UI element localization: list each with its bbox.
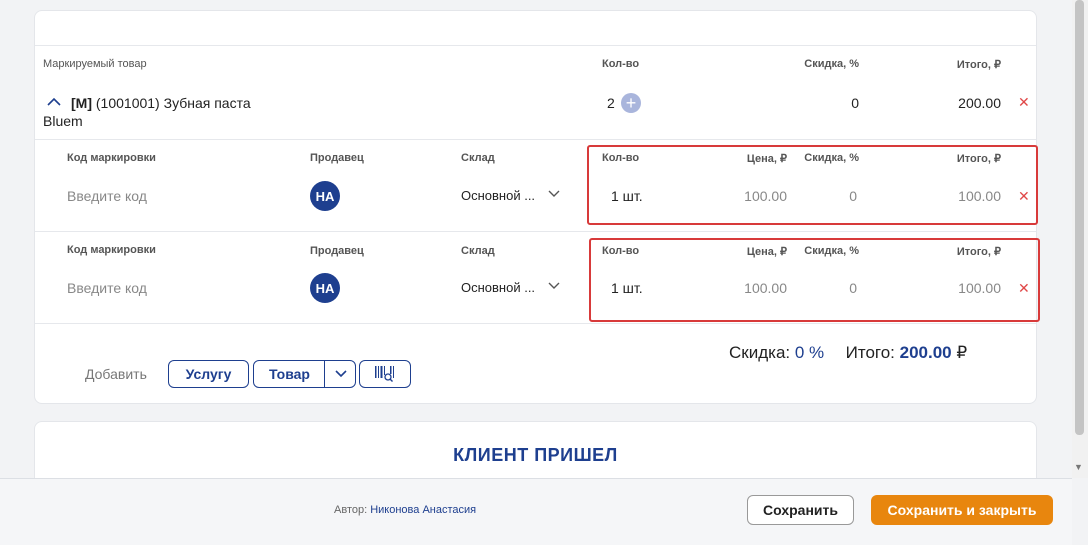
summary: Скидка: 0 % Итого: 200.00 ₽ — [729, 343, 967, 363]
delete-icon[interactable]: ✕ — [1018, 94, 1030, 111]
chevron-down-icon[interactable] — [547, 279, 561, 293]
header-qty: Кол-во — [602, 58, 640, 70]
header-seller: Продавец — [310, 245, 364, 257]
product-code-prefix: [M] — [71, 95, 92, 111]
price-value: 100.00 — [744, 188, 787, 204]
header-qty: Кол-во — [602, 245, 640, 257]
seller-avatar[interactable]: НА — [310, 273, 340, 303]
header-discount: Скидка, % — [804, 58, 859, 70]
marking-code-input[interactable]: Введите код — [67, 280, 147, 296]
header-total: Итого, ₽ — [956, 153, 1001, 165]
header-total: Итого, ₽ — [956, 246, 1001, 258]
main-total: 200.00 — [958, 95, 1001, 111]
total-value: 100.00 — [958, 188, 1001, 204]
client-title: КЛИЕНТ ПРИШЕЛ — [453, 445, 618, 465]
add-product-label: Товар — [269, 366, 310, 382]
discount-value: 0 — [849, 280, 857, 296]
split-divider — [324, 361, 325, 387]
header-price: Цена, ₽ — [746, 153, 787, 165]
warehouse-select[interactable]: Основной ... — [461, 280, 535, 295]
header-discount: Скидка, % — [804, 152, 859, 164]
delete-icon[interactable]: ✕ — [1018, 188, 1030, 205]
author-label: Автор: — [334, 504, 368, 516]
author-name[interactable]: Никонова Анастасия — [370, 504, 476, 516]
divider — [35, 231, 1036, 232]
scrollbar-thumb[interactable] — [1075, 0, 1084, 435]
save-button[interactable]: Сохранить — [747, 495, 854, 525]
chevron-down-icon[interactable] — [547, 187, 561, 201]
divider — [35, 323, 1036, 324]
divider — [35, 139, 1036, 140]
delete-icon[interactable]: ✕ — [1018, 280, 1030, 297]
chevron-down-icon[interactable] — [333, 367, 349, 381]
plus-icon[interactable]: + — [621, 93, 641, 113]
header-total: Итого, ₽ — [956, 59, 1001, 71]
warehouse-select[interactable]: Основной ... — [461, 188, 535, 203]
header-marking-code: Код маркировки — [67, 152, 156, 164]
header-qty: Кол-во — [602, 152, 640, 164]
save-and-close-button[interactable]: Сохранить и закрыть — [871, 495, 1053, 525]
header-warehouse: Склад — [461, 152, 495, 164]
header-product: Маркируемый товар — [43, 58, 147, 70]
qty-value: 1 шт. — [611, 188, 643, 204]
main-qty: 2 — [607, 95, 615, 111]
header-seller: Продавец — [310, 152, 364, 164]
product-name-line2: Bluem — [43, 113, 83, 129]
summary-total-value: 200.00 — [899, 343, 952, 362]
add-service-button[interactable]: Услугу — [168, 360, 249, 388]
product-name[interactable]: [M] (1001001) Зубная паста — [71, 95, 251, 111]
qty-value: 1 шт. — [611, 280, 643, 296]
discount-value: 0 — [849, 188, 857, 204]
barcode-icon — [375, 366, 394, 382]
divider — [35, 45, 1036, 46]
scroll-down-icon[interactable]: ▼ — [1074, 462, 1083, 472]
barcode-scan-button[interactable] — [359, 360, 411, 388]
total-value: 100.00 — [958, 280, 1001, 296]
seller-avatar[interactable]: НА — [310, 181, 340, 211]
main-discount[interactable]: 0 — [800, 95, 859, 111]
header-discount: Скидка, % — [804, 245, 859, 257]
header-warehouse: Склад — [461, 245, 495, 257]
header-marking-code: Код маркировки — [67, 244, 156, 256]
chevron-up-icon[interactable] — [46, 94, 62, 110]
currency-symbol: ₽ — [956, 343, 968, 362]
summary-total-label: Итого: — [845, 343, 895, 362]
header-price: Цена, ₽ — [746, 246, 787, 258]
marking-code-input[interactable]: Введите код — [67, 188, 147, 204]
summary-discount-label: Скидка: — [729, 343, 791, 362]
add-label: Добавить — [85, 366, 147, 382]
author-info: Автор: Никонова Анастасия — [334, 504, 476, 516]
price-value: 100.00 — [744, 280, 787, 296]
product-name-text: (1001001) Зубная паста — [95, 95, 251, 111]
summary-discount-value: 0 % — [794, 343, 825, 362]
